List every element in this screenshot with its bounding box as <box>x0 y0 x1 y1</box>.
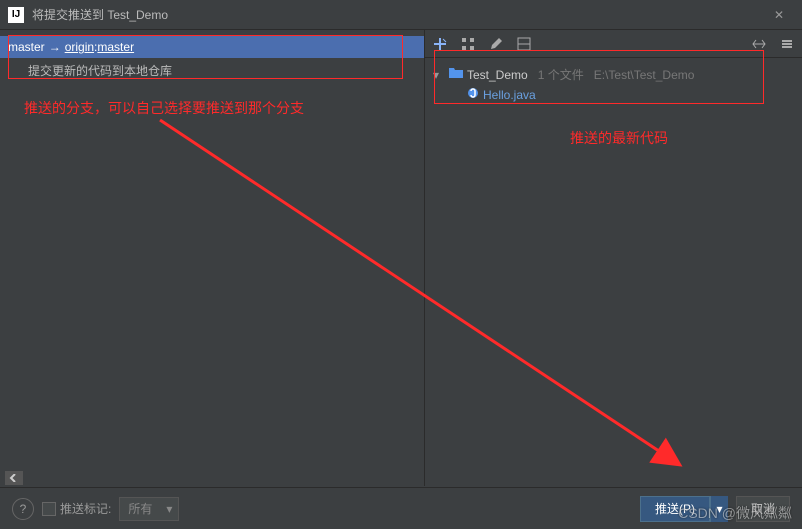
chevron-down-icon[interactable]: ▾ <box>433 68 445 82</box>
target-branch-link[interactable]: master <box>97 40 134 54</box>
watermark: CSDN @微风粼粼 <box>678 503 792 523</box>
annotation-right-text: 推送的最新代码 <box>570 128 668 148</box>
expand-icon[interactable] <box>750 35 768 53</box>
project-path-label: E:\Test\Test_Demo <box>594 68 695 82</box>
grid-icon[interactable] <box>459 35 477 53</box>
push-tags-label: 推送标记: <box>60 500 111 517</box>
files-toolbar <box>425 30 802 58</box>
tile-icon[interactable] <box>515 35 533 53</box>
annotation-left-text: 推送的分支，可以自己选择要推送到那个分支 <box>24 98 304 118</box>
project-name: Test_Demo <box>467 68 528 82</box>
folder-icon <box>449 67 463 82</box>
arrow-icon: → <box>49 40 61 54</box>
commit-item[interactable]: 提交更新的代码到本地仓库 <box>0 58 424 83</box>
files-panel: ▾ Test_Demo 1 个文件 E:\Test\Test_Demo Hell… <box>425 30 802 486</box>
tree-root-row[interactable]: ▾ Test_Demo 1 个文件 E:\Test\Test_Demo <box>433 64 794 85</box>
checkbox-box-icon[interactable] <box>42 502 56 516</box>
dropdown-value: 所有 <box>128 500 152 517</box>
scroll-left-icon[interactable] <box>5 471 23 485</box>
push-tags-checkbox[interactable]: 推送标记: <box>42 500 111 517</box>
file-name: Hello.java <box>483 88 536 102</box>
file-tree: ▾ Test_Demo 1 个文件 E:\Test\Test_Demo Hell… <box>425 58 802 110</box>
app-icon: IJ <box>8 7 24 23</box>
settings-icon[interactable] <box>778 35 796 53</box>
file-count-label: 1 个文件 <box>538 66 584 83</box>
edit-icon[interactable] <box>487 35 505 53</box>
remote-link[interactable]: origin <box>65 40 94 54</box>
close-icon[interactable]: ✕ <box>764 8 794 22</box>
local-branch-label: master <box>8 40 45 54</box>
help-icon[interactable]: ? <box>12 498 34 520</box>
window-title: 将提交推送到 Test_Demo <box>32 6 764 23</box>
branch-selector-row[interactable]: master → origin : master <box>0 36 424 58</box>
java-file-icon <box>467 87 479 102</box>
tree-file-row[interactable]: Hello.java <box>433 85 794 104</box>
tags-dropdown[interactable]: 所有 <box>119 497 179 521</box>
add-icon[interactable] <box>431 35 449 53</box>
titlebar: IJ 将提交推送到 Test_Demo ✕ <box>0 0 802 30</box>
